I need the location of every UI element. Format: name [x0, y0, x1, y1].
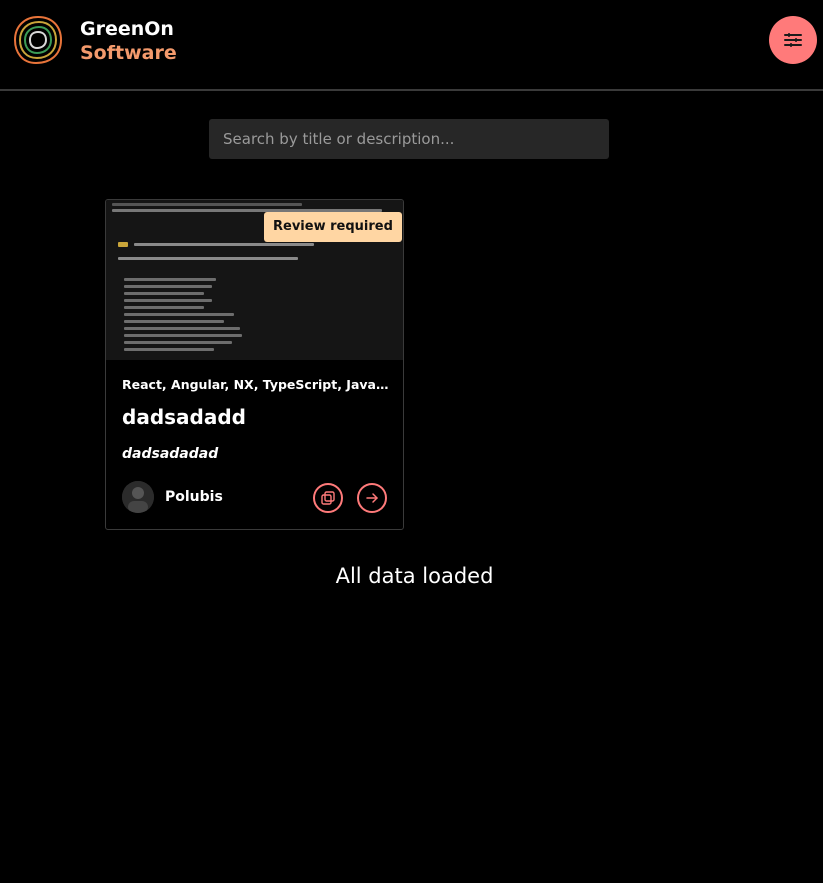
- review-required-badge: Review required: [264, 212, 402, 242]
- arrow-right-icon: [366, 493, 378, 503]
- author-name: Polubis: [165, 489, 223, 505]
- article-thumbnail: Review required: [106, 200, 403, 360]
- open-article-button[interactable]: [357, 483, 387, 513]
- menu-button[interactable]: [769, 16, 817, 64]
- author-avatar: [122, 481, 154, 513]
- copy-button[interactable]: [313, 483, 343, 513]
- card-tags: React, Angular, NX, TypeScript, JavaScri…: [122, 377, 392, 392]
- card-title[interactable]: dadsadadd: [122, 405, 246, 429]
- avatar-image: [122, 481, 154, 513]
- greenon-logo-icon[interactable]: [12, 14, 64, 66]
- brand-name-line1: GreenOn: [80, 18, 174, 40]
- load-status: All data loaded: [335, 564, 494, 588]
- article-card[interactable]: Review required React, Angular, NX, Type…: [105, 199, 404, 530]
- search-input[interactable]: [209, 119, 609, 159]
- page: GreenOn Software Search by title or desc…: [0, 0, 823, 883]
- app-header: GreenOn Software: [0, 0, 823, 91]
- brand-name: GreenOn Software: [80, 17, 177, 65]
- brand-name-line2: Software: [80, 42, 177, 64]
- menu-lines-icon: [784, 33, 802, 47]
- card-description: dadsadadad: [122, 446, 219, 462]
- copy-icon: [321, 491, 335, 505]
